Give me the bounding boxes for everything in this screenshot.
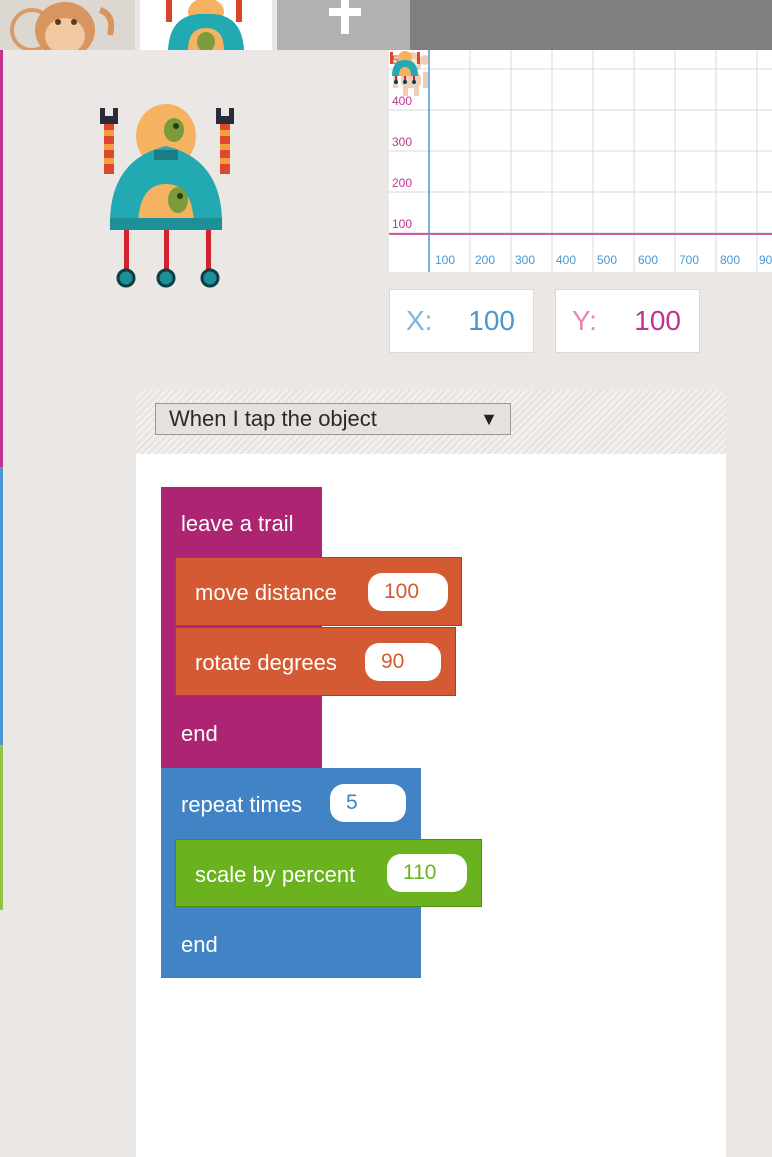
trail-end-label: end — [181, 721, 218, 746]
stage-grid[interactable]: 500 400 300 200 100 100 200 300 400 500 … — [389, 50, 772, 272]
move-distance-label: move distance — [195, 580, 337, 605]
y-tick-label: 100 — [392, 217, 413, 231]
y-tick-label: 400 — [392, 94, 413, 108]
x-tick-label: 600 — [638, 253, 659, 267]
scale-by-percent-label: scale by percent — [195, 862, 356, 887]
y-coordinate-field[interactable]: Y: 100 — [555, 289, 700, 353]
y-tick-label: 300 — [392, 135, 413, 149]
move-distance-block[interactable]: move distance 100 — [175, 557, 462, 626]
edge-strip-green — [0, 745, 3, 910]
robot-sprite-icon[interactable] — [389, 50, 421, 84]
move-distance-input[interactable]: 100 — [368, 573, 448, 611]
repeat-end-label: end — [181, 932, 218, 957]
x-tick-label: 800 — [720, 253, 741, 267]
scale-by-percent-block[interactable]: scale by percent 110 — [175, 839, 482, 907]
event-dropdown-value: When I tap the object — [169, 406, 377, 431]
x-value[interactable]: 100 — [468, 290, 515, 352]
tab-add-object[interactable] — [277, 0, 410, 50]
x-tick-label: 200 — [475, 253, 496, 267]
plus-icon — [329, 0, 361, 34]
monkey-icon — [10, 2, 115, 50]
grid-lines — [389, 50, 772, 272]
tab-bar-filler — [410, 0, 772, 50]
x-coordinate-field[interactable]: X: 100 — [389, 289, 534, 353]
dropdown-arrow-icon: ▼ — [480, 409, 498, 429]
robot-character-icon[interactable] — [98, 100, 238, 290]
script-panel: When I tap the object ▼ leave a trail en… — [136, 390, 726, 1157]
x-tick-label: 300 — [515, 253, 536, 267]
robot-icon — [166, 0, 244, 50]
rotate-degrees-input[interactable]: 90 — [365, 643, 441, 681]
y-tick-label: 200 — [392, 176, 413, 190]
x-tick-label: 500 — [597, 253, 618, 267]
x-tick-label: 700 — [679, 253, 700, 267]
object-tab-bar — [0, 0, 772, 50]
x-tick-label: 90 — [759, 253, 772, 267]
tab-robot-object[interactable] — [140, 0, 272, 50]
rotate-degrees-label: rotate degrees — [195, 650, 337, 675]
tab-monkey-object[interactable] — [0, 0, 135, 50]
x-tick-label: 100 — [435, 253, 456, 267]
repeat-times-label: repeat times — [181, 792, 303, 817]
y-label: Y: — [572, 305, 597, 336]
x-tick-label: 400 — [556, 253, 577, 267]
repeat-times-input[interactable]: 5 — [330, 784, 406, 822]
edge-strip-blue — [0, 467, 3, 745]
leave-a-trail-label: leave a trail — [181, 511, 294, 536]
scale-by-percent-input[interactable]: 110 — [387, 854, 467, 892]
x-label: X: — [406, 305, 433, 336]
edge-strip-pink — [0, 50, 3, 467]
script-panel-header: When I tap the object ▼ — [136, 390, 726, 454]
rotate-degrees-block[interactable]: rotate degrees 90 — [175, 627, 456, 696]
event-dropdown[interactable]: When I tap the object ▼ — [155, 403, 511, 435]
y-value[interactable]: 100 — [634, 290, 681, 352]
